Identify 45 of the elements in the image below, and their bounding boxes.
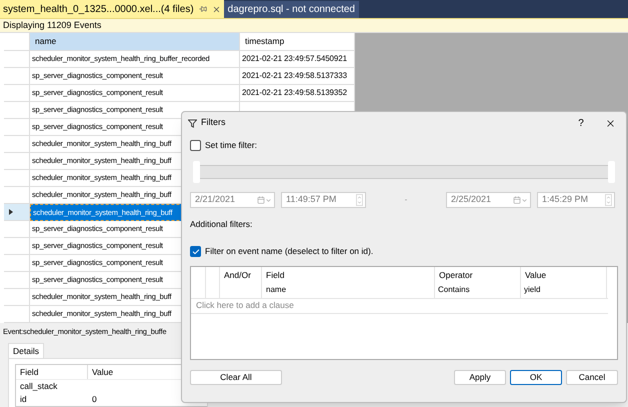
checkbox[interactable] (190, 246, 201, 258)
details-tab[interactable]: Details (8, 343, 44, 358)
table-cell-text: 0 (91, 393, 98, 406)
date-field[interactable]: 2/25/2021 (446, 192, 531, 208)
table-cell-text: id (19, 393, 28, 406)
time-field[interactable]: 11:49:57 PM (281, 192, 366, 208)
range-separator: - (404, 194, 408, 206)
column-header: Field (16, 365, 88, 379)
document-tab[interactable]: system_health_0_1325...0000.xel...(4 files) (0, 0, 224, 18)
info-bar: Displaying 11209 Events (0, 18, 628, 33)
dialog-button[interactable]: Apply (454, 370, 506, 385)
table-cell-text: call_stack (19, 380, 58, 393)
dialog-button[interactable]: OK (510, 370, 562, 385)
checkbox[interactable] (190, 140, 201, 150)
column-header[interactable]: name (30, 33, 240, 51)
row-header[interactable] (4, 204, 30, 221)
slider-handle[interactable] (608, 161, 615, 183)
add-clause-row[interactable]: Click here to add a clause (191, 298, 608, 314)
column-header: And/Or (220, 266, 262, 284)
date-field[interactable]: 2/21/2021 (190, 192, 275, 208)
current-row-icon (9, 209, 13, 215)
document-tab[interactable]: dagrepro.sql - not connected (224, 1, 359, 18)
time-range-slider[interactable] (190, 158, 618, 186)
calendar-dropdown-icon[interactable] (257, 196, 272, 204)
pin-icon[interactable] (198, 5, 207, 13)
column-header: Value (91, 366, 114, 379)
slider-handle[interactable] (193, 161, 200, 183)
dialog-button[interactable]: Cancel (566, 370, 618, 385)
dialog-title: Filters (201, 116, 226, 130)
table-cell[interactable]: name (262, 283, 435, 298)
close-icon[interactable] (605, 118, 616, 128)
time-field[interactable]: 1:45:29 PM (537, 192, 615, 208)
filter-icon (188, 118, 197, 128)
table-cell[interactable]: yield (521, 283, 607, 298)
help-button[interactable]: ? (573, 116, 589, 130)
column-header: Field (262, 266, 435, 284)
dialog-button[interactable]: Clear All (190, 370, 282, 385)
calendar-dropdown-icon[interactable] (513, 196, 528, 204)
spinner-icon[interactable] (605, 194, 612, 206)
column-header[interactable]: timestamp (240, 33, 355, 51)
close-icon[interactable] (212, 4, 221, 14)
spinner-icon[interactable] (356, 194, 363, 206)
table-cell[interactable]: Contains (435, 283, 521, 298)
column-header: Operator (435, 266, 521, 284)
column-header: Value (521, 266, 607, 284)
